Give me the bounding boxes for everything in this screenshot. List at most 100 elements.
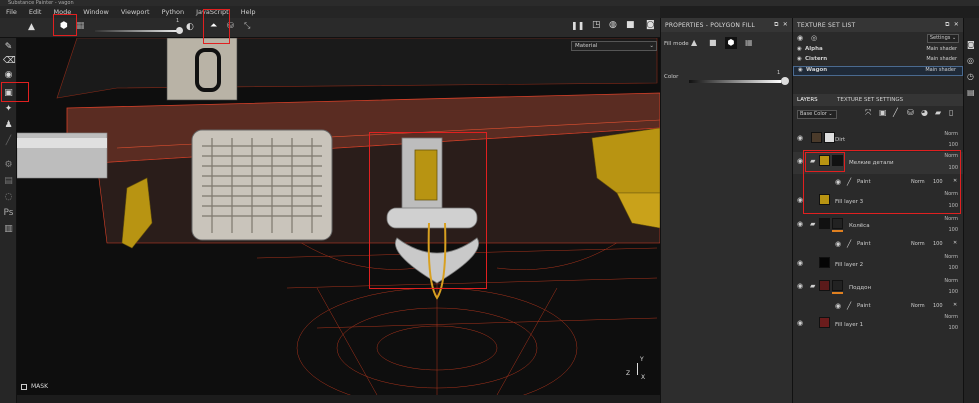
delete-icon[interactable]: ▯: [949, 108, 953, 117]
opacity-value[interactable]: 100: [948, 289, 958, 295]
rotate-icon[interactable]: ⤡: [244, 21, 250, 31]
add-effect-icon[interactable]: ⤧: [865, 108, 871, 118]
eye-icon[interactable]: ◉: [797, 259, 803, 267]
eraser-icon[interactable]: ⌫: [3, 56, 16, 67]
blend-mode[interactable]: Norm: [911, 241, 925, 247]
close-icon[interactable]: ✕: [954, 21, 959, 28]
projection-icon[interactable]: ◉: [3, 70, 14, 81]
layer-folder-row[interactable]: ◉ ▰ Поддон Norm 100: [793, 278, 964, 298]
close-icon[interactable]: ✕: [783, 21, 788, 28]
opacity-value[interactable]: 100: [933, 241, 943, 247]
menu-edit[interactable]: Edit: [23, 8, 48, 16]
texture-set-shader[interactable]: Main shader: [926, 46, 957, 52]
eye-icon[interactable]: ◉: [835, 302, 841, 310]
eye-icon[interactable]: ◉: [798, 67, 803, 73]
eye-icon[interactable]: ◉: [835, 240, 841, 248]
paint-brush-icon[interactable]: ✎: [3, 42, 14, 53]
log-icon[interactable]: ▤: [967, 88, 975, 97]
fill-triangle-icon[interactable]: ▲: [691, 38, 697, 47]
menu-window[interactable]: Window: [77, 8, 115, 16]
tab-texture-set-settings[interactable]: TEXTURE SET SETTINGS: [837, 97, 903, 103]
layer-folder-row[interactable]: ◉ ▰ Колёса Norm 100: [793, 216, 964, 236]
menu-file[interactable]: File: [0, 8, 23, 16]
sublayer-row[interactable]: ◉ ╱ Paint Norm 100 ✕: [793, 238, 964, 250]
sublayer-row[interactable]: ◉ ╱ Paint Norm 100 ✕: [793, 300, 964, 312]
camera-icon[interactable]: ■: [626, 20, 635, 30]
uv-checker-icon[interactable]: ▦: [76, 21, 85, 31]
material-picker-icon[interactable]: ⚙: [3, 160, 14, 171]
opacity-value[interactable]: 100: [948, 142, 958, 148]
add-fill-layer-icon[interactable]: ⛁: [907, 108, 914, 117]
photoshop-icon[interactable]: Ps: [3, 208, 14, 219]
blend-mode[interactable]: Norm: [944, 314, 958, 320]
blend-mode[interactable]: Norm: [944, 278, 958, 284]
opacity-value[interactable]: 100: [948, 325, 958, 331]
color-slider-handle[interactable]: [781, 77, 789, 85]
texture-set-shader[interactable]: Main shader: [926, 56, 957, 62]
float-icon[interactable]: ⧉: [774, 21, 778, 28]
opacity-value[interactable]: 100: [948, 227, 958, 233]
menu-help[interactable]: Help: [235, 8, 262, 16]
environment-icon[interactable]: ◍: [609, 20, 617, 30]
settings-button[interactable]: Settings ⌄: [927, 34, 959, 43]
triangle-fill-icon[interactable]: ▲: [28, 22, 35, 32]
add-folder-icon[interactable]: ▰: [935, 108, 941, 117]
fill-object-icon[interactable]: ⬢: [725, 37, 737, 49]
shader-settings-icon[interactable]: ◎: [967, 56, 974, 65]
add-paint-layer-icon[interactable]: ╱: [893, 108, 898, 117]
close-icon[interactable]: ✕: [953, 302, 957, 308]
mask-checkbox[interactable]: [21, 384, 27, 390]
float-icon[interactable]: ⧉: [945, 21, 949, 28]
menu-viewport[interactable]: Viewport: [115, 8, 156, 16]
clone-stamp-icon[interactable]: ♟: [3, 120, 14, 131]
eye-icon[interactable]: ◉: [797, 319, 803, 327]
document-icon[interactable]: ▥: [3, 224, 14, 235]
history-icon[interactable]: ◷: [967, 72, 974, 81]
layer-row[interactable]: ◉ Dirt Norm 100: [793, 130, 964, 150]
opacity-value[interactable]: 100: [948, 265, 958, 271]
add-mask-icon[interactable]: ▣: [879, 108, 887, 117]
texture-set-row-selected[interactable]: ◉ Wagon Main shader: [793, 66, 963, 76]
fill-uv-icon[interactable]: ▦: [745, 38, 753, 47]
blend-mode[interactable]: Norm: [911, 303, 925, 309]
pause-icon[interactable]: ❚❚: [571, 21, 584, 30]
opacity-value[interactable]: 100: [933, 303, 943, 309]
eye-icon[interactable]: ◉: [797, 56, 802, 62]
close-icon[interactable]: ✕: [953, 240, 957, 246]
slider-value: 1: [176, 18, 180, 24]
bake-icon[interactable]: ▤: [3, 176, 14, 187]
fill-quad-icon[interactable]: ■: [709, 38, 717, 47]
brush-size-slider[interactable]: [95, 30, 179, 32]
brush-size-handle[interactable]: [176, 27, 183, 34]
axis-gizmo: [637, 363, 638, 375]
eye-visibility-icon[interactable]: ◉: [797, 34, 803, 42]
blend-mode[interactable]: Norm: [944, 131, 958, 137]
texture-set-row[interactable]: ◉ Alpha Main shader: [793, 46, 963, 56]
eye-icon[interactable]: ◉: [797, 220, 803, 228]
channel-select[interactable]: Base Color ⌄: [797, 110, 837, 119]
layer-row[interactable]: ◉ Fill layer 1 Norm 100: [793, 314, 964, 334]
blend-mode[interactable]: Norm: [944, 254, 958, 260]
blend-mode[interactable]: Norm: [944, 216, 958, 222]
add-smart-material-icon[interactable]: ◕: [921, 108, 928, 117]
color-slider[interactable]: [689, 80, 781, 83]
display-settings-icon[interactable]: ◙: [967, 40, 975, 49]
eye-icon[interactable]: ◉: [797, 282, 803, 290]
layer-row[interactable]: ◉ Fill layer 2 Norm 100: [793, 254, 964, 274]
menu-python[interactable]: Python: [156, 8, 191, 16]
texture-set-row[interactable]: ◉ Cistern Main shader: [793, 56, 963, 66]
smudge-icon[interactable]: ✦: [3, 104, 14, 115]
material-select[interactable]: Material ⌄: [571, 41, 657, 51]
texture-set-shader[interactable]: Main shader: [925, 67, 956, 73]
eye-toggle-icon[interactable]: ◎: [811, 34, 817, 42]
settings-icon[interactable]: ◌: [3, 192, 14, 203]
eye-icon[interactable]: ◉: [797, 134, 803, 142]
3d-viewport[interactable]: Material ⌄ Y Z X MASK: [17, 38, 660, 395]
eye-icon[interactable]: ◉: [797, 46, 802, 52]
screenshot-icon[interactable]: ◙: [646, 20, 655, 30]
contrast-icon[interactable]: ◐: [186, 22, 194, 32]
texture-set-header: TEXTURE SET LIST ⧉ ✕: [793, 18, 963, 32]
tab-layers[interactable]: LAYERS: [797, 97, 818, 103]
view-mode-icon[interactable]: ◳: [592, 20, 601, 30]
color-picker-icon[interactable]: ╱: [3, 136, 14, 147]
